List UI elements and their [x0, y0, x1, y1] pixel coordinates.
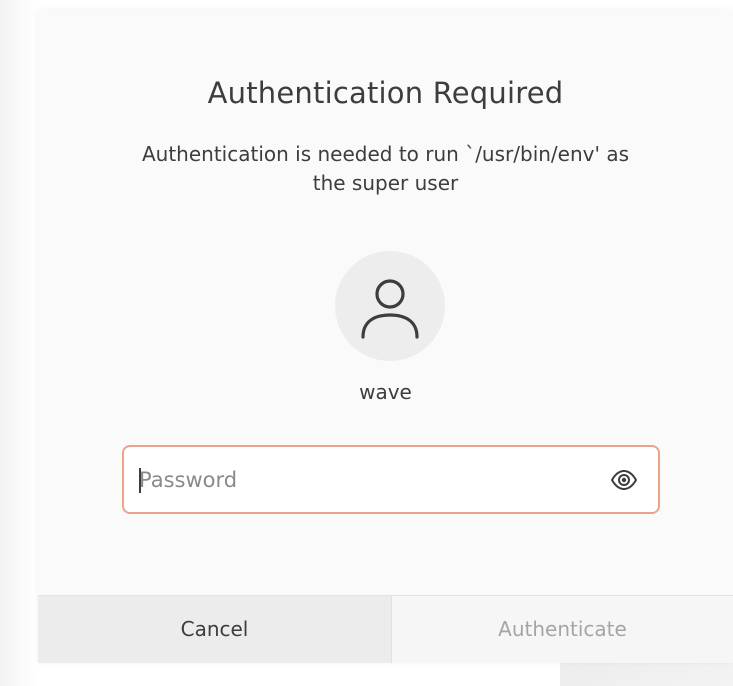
password-input[interactable] — [139, 447, 579, 512]
avatar — [335, 251, 445, 361]
authentication-dialog: Authentication Required Authentication i… — [38, 10, 733, 663]
password-field[interactable] — [122, 445, 660, 514]
dialog-message: Authentication is needed to run `/usr/bi… — [38, 140, 733, 198]
text-caret — [139, 468, 141, 493]
eye-icon[interactable] — [610, 467, 638, 493]
dialog-message-line1: Authentication is needed to run `/usr/bi… — [141, 142, 630, 166]
cancel-button[interactable]: Cancel — [38, 596, 391, 663]
dialog-title: Authentication Required — [207, 76, 564, 110]
username-label: wave — [359, 380, 412, 404]
user-icon — [361, 279, 419, 339]
button-bar: Cancel Authenticate — [38, 595, 733, 663]
authenticate-button[interactable]: Authenticate — [392, 596, 733, 663]
dialog-message-line2: the super user — [312, 171, 459, 195]
